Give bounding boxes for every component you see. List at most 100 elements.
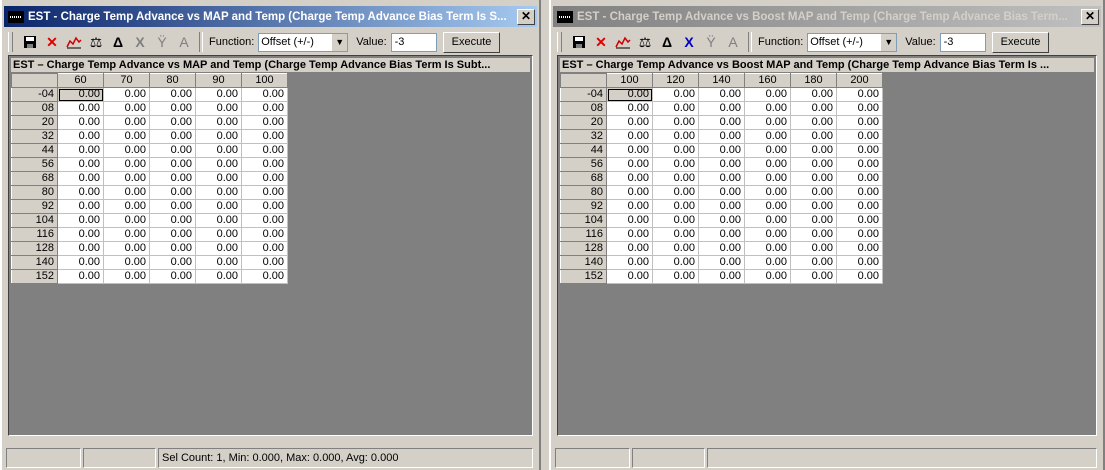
row-header[interactable]: 140 xyxy=(560,255,607,270)
table-cell[interactable]: 0.00 xyxy=(57,255,104,270)
table-cell[interactable]: 0.00 xyxy=(744,129,791,144)
table-cell[interactable]: 0.00 xyxy=(103,255,150,270)
toolbar-grip[interactable] xyxy=(8,32,13,52)
table-cell[interactable]: 0.00 xyxy=(652,157,699,172)
function-select[interactable]: Offset (+/-) ▼ xyxy=(807,32,898,52)
graph-icon[interactable] xyxy=(63,32,85,52)
table-cell[interactable]: 0.00 xyxy=(652,269,699,284)
table-cell[interactable]: 0.00 xyxy=(698,101,745,116)
table-cell[interactable]: 0.00 xyxy=(241,87,288,102)
table-cell[interactable]: 0.00 xyxy=(57,129,104,144)
table-cell[interactable]: 0.00 xyxy=(836,129,883,144)
table-cell[interactable]: 0.00 xyxy=(790,269,837,284)
table-cell[interactable]: 0.00 xyxy=(836,157,883,172)
table-cell[interactable]: 0.00 xyxy=(698,227,745,242)
table-cell[interactable]: 0.00 xyxy=(744,171,791,186)
column-header[interactable]: 80 xyxy=(149,73,196,88)
table-cell[interactable]: 0.00 xyxy=(103,199,150,214)
table-cell[interactable]: 0.00 xyxy=(149,171,196,186)
row-header[interactable]: 92 xyxy=(560,199,607,214)
table-cell[interactable]: 0.00 xyxy=(744,269,791,284)
table-cell[interactable]: 0.00 xyxy=(103,129,150,144)
table-cell[interactable]: 0.00 xyxy=(790,171,837,186)
column-header[interactable]: 140 xyxy=(698,73,745,88)
table-cell[interactable]: 0.00 xyxy=(606,87,653,102)
table-cell[interactable]: 0.00 xyxy=(149,129,196,144)
table-cell[interactable]: 0.00 xyxy=(241,255,288,270)
table-cell[interactable]: 0.00 xyxy=(606,241,653,256)
table-cell[interactable]: 0.00 xyxy=(57,115,104,130)
table-cell[interactable]: 0.00 xyxy=(836,185,883,200)
table-cell[interactable]: 0.00 xyxy=(698,143,745,158)
table-cell[interactable]: 0.00 xyxy=(57,199,104,214)
table-cell[interactable]: 0.00 xyxy=(57,227,104,242)
interpolate-icon[interactable]: Ϋ xyxy=(700,32,722,52)
table-cell[interactable]: 0.00 xyxy=(790,199,837,214)
table-cell[interactable]: 0.00 xyxy=(698,255,745,270)
table-cell[interactable]: 0.00 xyxy=(606,269,653,284)
table-cell[interactable]: 0.00 xyxy=(103,143,150,158)
row-header[interactable]: 68 xyxy=(560,171,607,186)
balance-icon[interactable]: ⚖ xyxy=(634,32,656,52)
column-header[interactable]: 90 xyxy=(195,73,242,88)
table-cell[interactable]: 0.00 xyxy=(698,213,745,228)
table-cell[interactable]: 0.00 xyxy=(836,101,883,116)
table-cell[interactable]: 0.00 xyxy=(744,227,791,242)
table-cell[interactable]: 0.00 xyxy=(836,227,883,242)
row-header[interactable]: 80 xyxy=(11,185,58,200)
row-header[interactable]: -04 xyxy=(560,87,607,102)
row-header[interactable]: 128 xyxy=(11,241,58,256)
table-cell[interactable]: 0.00 xyxy=(836,199,883,214)
table-cell[interactable]: 0.00 xyxy=(652,213,699,228)
column-header[interactable]: 70 xyxy=(103,73,150,88)
table-cell[interactable]: 0.00 xyxy=(606,101,653,116)
window-titlebar[interactable]: EST - Charge Temp Advance vs MAP and Tem… xyxy=(4,6,537,27)
table-cell[interactable]: 0.00 xyxy=(744,213,791,228)
table-cell[interactable]: 0.00 xyxy=(149,157,196,172)
table-cell[interactable]: 0.00 xyxy=(744,115,791,130)
table-cell[interactable]: 0.00 xyxy=(57,171,104,186)
table-cell[interactable]: 0.00 xyxy=(57,213,104,228)
table-cell[interactable]: 0.00 xyxy=(790,115,837,130)
table-cell[interactable]: 0.00 xyxy=(744,255,791,270)
table-cell[interactable]: 0.00 xyxy=(149,199,196,214)
table-cell[interactable]: 0.00 xyxy=(652,199,699,214)
table-cell[interactable]: 0.00 xyxy=(698,241,745,256)
row-header[interactable]: 104 xyxy=(11,213,58,228)
table-cell[interactable]: 0.00 xyxy=(606,185,653,200)
delta-icon[interactable]: Δ xyxy=(656,32,678,52)
table-cell[interactable]: 0.00 xyxy=(744,87,791,102)
table-cell[interactable]: 0.00 xyxy=(57,241,104,256)
table-cell[interactable]: 0.00 xyxy=(149,143,196,158)
x-icon[interactable]: X xyxy=(678,32,700,52)
table-cell[interactable]: 0.00 xyxy=(149,269,196,284)
table-cell[interactable]: 0.00 xyxy=(698,269,745,284)
window-titlebar[interactable]: EST - Charge Temp Advance vs Boost MAP a… xyxy=(553,6,1101,27)
table-cell[interactable]: 0.00 xyxy=(241,129,288,144)
table-cell[interactable]: 0.00 xyxy=(790,143,837,158)
row-header[interactable]: 56 xyxy=(11,157,58,172)
row-header[interactable]: 56 xyxy=(560,157,607,172)
table-cell[interactable]: 0.00 xyxy=(698,185,745,200)
table-cell[interactable]: 0.00 xyxy=(606,143,653,158)
table-cell[interactable]: 0.00 xyxy=(744,199,791,214)
table-cell[interactable]: 0.00 xyxy=(241,213,288,228)
row-header[interactable]: 92 xyxy=(11,199,58,214)
table-cell[interactable]: 0.00 xyxy=(836,255,883,270)
x-icon[interactable]: X xyxy=(129,32,151,52)
table-cell[interactable]: 0.00 xyxy=(606,199,653,214)
row-header[interactable]: 80 xyxy=(560,185,607,200)
table-cell[interactable]: 0.00 xyxy=(103,269,150,284)
table-cell[interactable]: 0.00 xyxy=(103,171,150,186)
table-cell[interactable]: 0.00 xyxy=(790,185,837,200)
table-cell[interactable]: 0.00 xyxy=(57,185,104,200)
graph-icon[interactable] xyxy=(612,32,634,52)
delete-icon[interactable]: ✕ xyxy=(590,32,612,52)
row-header[interactable]: 140 xyxy=(11,255,58,270)
table-cell[interactable]: 0.00 xyxy=(149,227,196,242)
grid-corner[interactable] xyxy=(11,73,58,88)
table-cell[interactable]: 0.00 xyxy=(195,101,242,116)
delta-icon[interactable]: Δ xyxy=(107,32,129,52)
table-cell[interactable]: 0.00 xyxy=(149,241,196,256)
table-cell[interactable]: 0.00 xyxy=(241,227,288,242)
